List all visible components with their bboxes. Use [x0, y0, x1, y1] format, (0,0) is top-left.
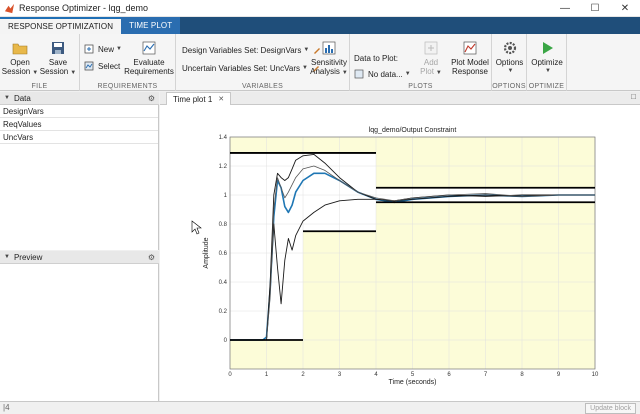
options-section: Options ▼ OPTIONS [492, 34, 527, 91]
select-requirement-button[interactable]: Select [84, 61, 120, 71]
variables-section: Design Variables Set: DesignVars ▼ Uncert… [176, 34, 350, 91]
evaluate-icon [142, 41, 156, 55]
requirements-section: New ▼ Select Evaluate Requirements REQUIR… [80, 34, 176, 91]
y-tick-label: 0 [224, 338, 228, 344]
plot-model-response-button[interactable]: Plot Model Response [450, 40, 490, 76]
requirements-section-label: REQUIREMENTS [97, 83, 158, 90]
open-session-button[interactable]: Open Session ▼ [2, 40, 38, 78]
maximize-icon[interactable]: ☐ [580, 0, 610, 17]
document-tabs: Time plot 1 ✕ □ [160, 92, 640, 105]
plots-section: Data to Plot: No data... ▼ Add Plot ▼ Plot… [350, 34, 492, 91]
optimize-section: Optimize ▼ OPTIMIZE [527, 34, 567, 91]
y-axis-label: Amplitude [203, 237, 210, 268]
x-tick-label: 4 [374, 372, 378, 378]
x-axis-label: Time (seconds) [389, 379, 437, 386]
minimize-icon[interactable]: — [550, 0, 580, 17]
select-icon [84, 61, 94, 71]
close-tab-icon[interactable]: ✕ [218, 95, 224, 103]
toolstrip: Open Session ▼ Save Session ▼ FILE New ▼ Se… [0, 34, 640, 91]
plot-area: lqg_demo/Output Constraint 0 1 2 3 4 5 6 7 8 9 10 0… [160, 105, 640, 401]
preview-panel-header: ▼ Preview ⚙ [0, 251, 159, 264]
list-item[interactable]: UncVars [0, 131, 158, 144]
save-icon [52, 42, 64, 54]
plots-section-label: PLOTS [408, 83, 433, 90]
uncertain-variables-dropdown[interactable]: Uncertain Variables Set: UncVars ▼ [182, 63, 325, 73]
folder-icon [12, 43, 28, 55]
save-session-button[interactable]: Save Session ▼ [40, 40, 76, 78]
x-tick-label: 2 [301, 372, 305, 378]
tab-response-optimization[interactable]: RESPONSE OPTIMIZATION [0, 17, 122, 34]
new-document-icon [84, 44, 94, 54]
x-tick-label: 10 [592, 372, 599, 378]
collapse-icon[interactable]: ▼ [4, 254, 10, 260]
x-tick-label: 1 [265, 372, 269, 378]
x-tick-label: 0 [228, 372, 232, 378]
y-tick-label: 0.6 [219, 251, 228, 257]
x-tick-label: 8 [520, 372, 524, 378]
list-item[interactable]: DesignVars [0, 105, 158, 118]
tab-time-plot[interactable]: TIME PLOT [121, 17, 181, 34]
optimize-button[interactable]: Optimize ▼ [529, 40, 565, 76]
time-plot-chart[interactable]: lqg_demo/Output Constraint 0 1 2 3 4 5 6 7 8 9 100… [160, 105, 640, 401]
sensitivity-analysis-button[interactable]: Sensitivity Analysis ▼ [310, 40, 348, 78]
chart-title: lqg_demo/Output Constraint [369, 127, 457, 134]
plot-model-icon [463, 41, 477, 55]
minimize-document-icon[interactable]: □ [631, 92, 636, 101]
design-variables-dropdown[interactable]: Design Variables Set: DesignVars ▼ [182, 45, 326, 55]
y-tick-label: 1.2 [219, 164, 228, 170]
file-section-label: FILE [31, 83, 48, 90]
sensitivity-icon [322, 41, 336, 55]
data-to-plot-label: Data to Plot: [354, 54, 399, 63]
run-icon [543, 42, 553, 54]
x-tick-label: 6 [447, 372, 451, 378]
y-tick-label: 0.4 [219, 280, 228, 286]
file-section: Open Session ▼ Save Session ▼ FILE [0, 34, 80, 91]
status-bar: |4 Update block [0, 401, 640, 414]
window-titlebar: Response Optimizer - lqg_demo — ☐ ✕ [0, 0, 640, 17]
mouse-cursor-icon [191, 220, 202, 235]
x-tick-label: 7 [484, 372, 488, 378]
data-to-plot-dropdown[interactable]: No data... ▼ [354, 69, 411, 79]
close-icon[interactable]: ✕ [610, 0, 640, 17]
add-plot-button[interactable]: Add Plot ▼ [414, 40, 448, 78]
list-item[interactable]: ReqValues [0, 118, 158, 131]
ribbon-tabs: RESPONSE OPTIMIZATION TIME PLOT [0, 17, 640, 34]
x-tick-label: 5 [411, 372, 415, 378]
new-requirement-button[interactable]: New ▼ [84, 44, 122, 54]
update-block-button[interactable]: Update block [585, 403, 636, 414]
panel-options-icon[interactable]: ⚙ [148, 94, 155, 103]
status-text: |4 [3, 403, 10, 412]
y-tick-label: 0.8 [219, 222, 228, 228]
gear-icon [503, 41, 516, 55]
preview-panel: ▼ Preview ⚙ [0, 251, 159, 401]
panel-options-icon[interactable]: ⚙ [148, 253, 155, 262]
x-tick-label: 9 [557, 372, 561, 378]
add-plot-icon [424, 41, 438, 55]
collapse-icon[interactable]: ▼ [4, 95, 10, 101]
y-tick-label: 1.4 [219, 135, 228, 141]
window-title: Response Optimizer - lqg_demo [19, 3, 149, 13]
optimize-section-label: OPTIMIZE [528, 83, 565, 90]
evaluate-requirements-button[interactable]: Evaluate Requirements [124, 40, 174, 76]
data-panel-header: ▼ Data ⚙ [0, 92, 159, 105]
options-section-label: OPTIONS [492, 83, 526, 90]
variables-section-label: VARIABLES [241, 83, 284, 90]
matlab-icon [4, 3, 15, 13]
y-tick-label: 1 [224, 193, 228, 199]
y-tick-label: 0.2 [219, 309, 228, 315]
tab-time-plot-1[interactable]: Time plot 1 ✕ [166, 92, 232, 105]
data-icon [354, 69, 364, 79]
data-panel: ▼ Data ⚙ DesignVars ReqValues UncVars [0, 92, 159, 250]
options-button[interactable]: Options ▼ [494, 40, 525, 76]
x-tick-label: 3 [338, 372, 342, 378]
